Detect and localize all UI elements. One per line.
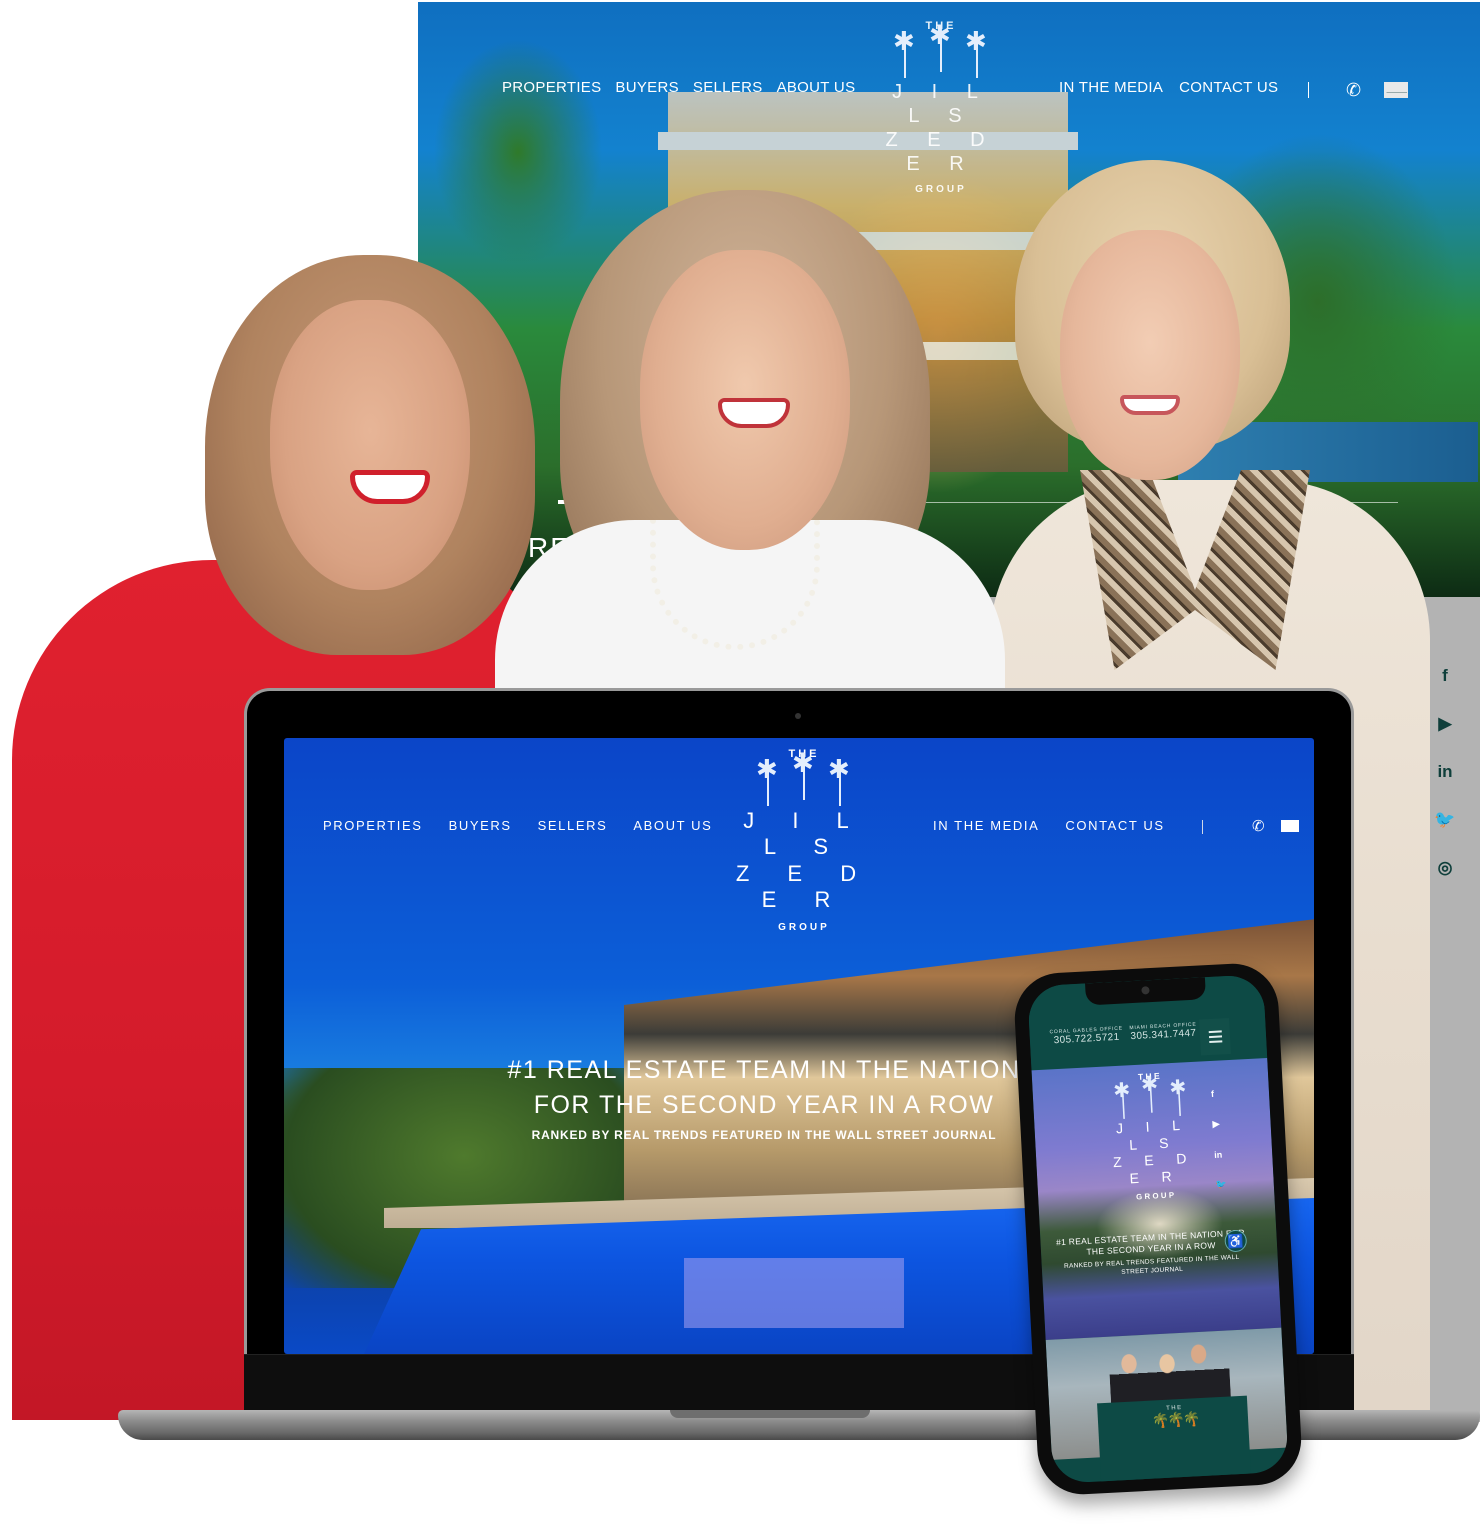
logo-jills: J I L L S <box>892 81 990 127</box>
palm-trees-icon <box>876 22 1006 78</box>
agent-1-smile <box>350 470 430 504</box>
youtube-icon[interactable]: ▶ <box>1438 714 1451 734</box>
laptop-nav-buyers[interactable]: BUYERS <box>449 818 512 833</box>
desktop-logo[interactable]: THE J I L L S Z E D E R GROUP <box>876 20 1006 195</box>
logo-jills: J I L L S <box>743 808 865 860</box>
laptop-nav-properties[interactable]: PROPERTIES <box>323 818 423 833</box>
agent-3-smile <box>1120 395 1180 415</box>
linkedin-icon[interactable]: in <box>1437 762 1452 782</box>
facebook-icon[interactable]: f <box>1442 666 1448 686</box>
desktop-nav-in-the-media[interactable]: IN THE MEDIA <box>1059 79 1163 96</box>
desktop-nav-contact-us[interactable]: CONTACT US <box>1179 79 1278 96</box>
laptop-nav-sellers[interactable]: SELLERS <box>538 818 608 833</box>
office-coral-gables[interactable]: CORAL GABLES OFFICE 305.722.5721 <box>1049 1026 1123 1047</box>
laptop-pool-reflection <box>684 1258 904 1328</box>
laptop-hero-headline: #1 REAL ESTATE TEAM IN THE NATION FOR TH… <box>484 1056 1044 1142</box>
desktop-nav-left: PROPERTIES BUYERS SELLERS ABOUT US <box>502 79 855 96</box>
nav-divider <box>1308 82 1309 98</box>
desktop-nav-about-us[interactable]: ABOUT US <box>777 79 856 96</box>
logo-jills: J I L L S <box>1115 1117 1190 1153</box>
twitter-icon[interactable]: 🐦 <box>1216 1179 1228 1191</box>
desktop-social-bar: f ▶ in 🐦 ◎ <box>1430 666 1460 878</box>
mail-icon[interactable] <box>1384 82 1408 98</box>
desktop-nav-sellers[interactable]: SELLERS <box>693 79 763 96</box>
laptop-nav-contact-us[interactable]: CONTACT US <box>1065 818 1164 833</box>
laptop-nav-right: IN THE MEDIA CONTACT US <box>933 818 1165 833</box>
phone-icon[interactable]: ✆ <box>1346 80 1361 101</box>
office-phone[interactable]: 305.722.5721 <box>1050 1032 1124 1047</box>
laptop-nav-in-the-media[interactable]: IN THE MEDIA <box>933 818 1039 833</box>
laptop-nav-about-us[interactable]: ABOUT US <box>633 818 712 833</box>
office-phone[interactable]: 305.341.7447 <box>1130 1028 1198 1043</box>
mobile-social-bar: f ▶ in 🐦 <box>1211 1088 1228 1190</box>
hamburger-menu-icon[interactable] <box>1199 1017 1231 1056</box>
headline-line-2: FOR THE SECOND YEAR IN A ROW <box>533 1091 995 1119</box>
agent-2-smile <box>718 398 790 428</box>
phone-icon[interactable]: ✆ <box>1252 817 1265 835</box>
twitter-icon[interactable]: 🐦 <box>1434 810 1455 830</box>
agent-1-face <box>270 300 470 590</box>
desktop-nav-properties[interactable]: PROPERTIES <box>502 79 601 96</box>
laptop-camera <box>795 713 801 719</box>
mobile-website-screenshot: CORAL GABLES OFFICE 305.722.5721 MIAMI B… <box>1027 974 1289 1484</box>
headline-subtext: RANKED BY REAL TRENDS FEATURED IN THE WA… <box>531 1128 997 1142</box>
desktop-nav-buyers[interactable]: BUYERS <box>615 79 679 96</box>
agent-3-face <box>1060 230 1240 480</box>
mobile-hero-headline: #1 REAL ESTATE TEAM IN THE NATION FOR TH… <box>1052 1227 1250 1280</box>
mobile-footer-logo: THE 🌴🌴🌴 <box>1149 1404 1200 1430</box>
smartphone-mockup: CORAL GABLES OFFICE 305.722.5721 MIAMI B… <box>1012 961 1304 1497</box>
palm-trees-icon <box>729 750 879 806</box>
mobile-hero-image: THE J I L L S Z E D E R GROUP f ▶ in 🐦 #… <box>1031 1058 1282 1341</box>
desktop-nav-right: IN THE MEDIA CONTACT US <box>1059 79 1278 96</box>
office-miami-beach[interactable]: MIAMI BEACH OFFICE 305.341.7447 <box>1129 1022 1197 1042</box>
linkedin-icon[interactable]: in <box>1214 1149 1226 1160</box>
logo-group: GROUP <box>1135 1191 1177 1203</box>
palm-trees-icon <box>1104 1081 1199 1120</box>
instagram-icon[interactable]: ◎ <box>1438 858 1453 878</box>
logo-zeder: Z E D E R <box>735 860 873 913</box>
mail-icon[interactable] <box>1281 820 1299 832</box>
laptop-opening-notch <box>670 1410 870 1418</box>
facebook-icon[interactable]: f <box>1211 1088 1223 1099</box>
youtube-icon[interactable]: ▶ <box>1212 1118 1224 1130</box>
headline-line-1: #1 REAL ESTATE TEAM IN THE NATION <box>507 1056 1021 1084</box>
laptop-logo[interactable]: THE J I L L S Z E D E R GROUP <box>729 748 879 933</box>
nav-divider <box>1202 820 1203 834</box>
mobile-logo[interactable]: THE J I L L S Z E D E R GROUP <box>1103 1070 1203 1204</box>
logo-group: GROUP <box>915 184 967 195</box>
palm-trees-icon: 🌴🌴🌴 <box>1151 1410 1199 1429</box>
logo-group: GROUP <box>778 921 830 933</box>
logo-zeder: Z E D E R <box>885 129 997 175</box>
laptop-nav-left: PROPERTIES BUYERS SELLERS ABOUT US <box>323 818 712 833</box>
logo-zeder: Z E D E R <box>1112 1150 1197 1187</box>
